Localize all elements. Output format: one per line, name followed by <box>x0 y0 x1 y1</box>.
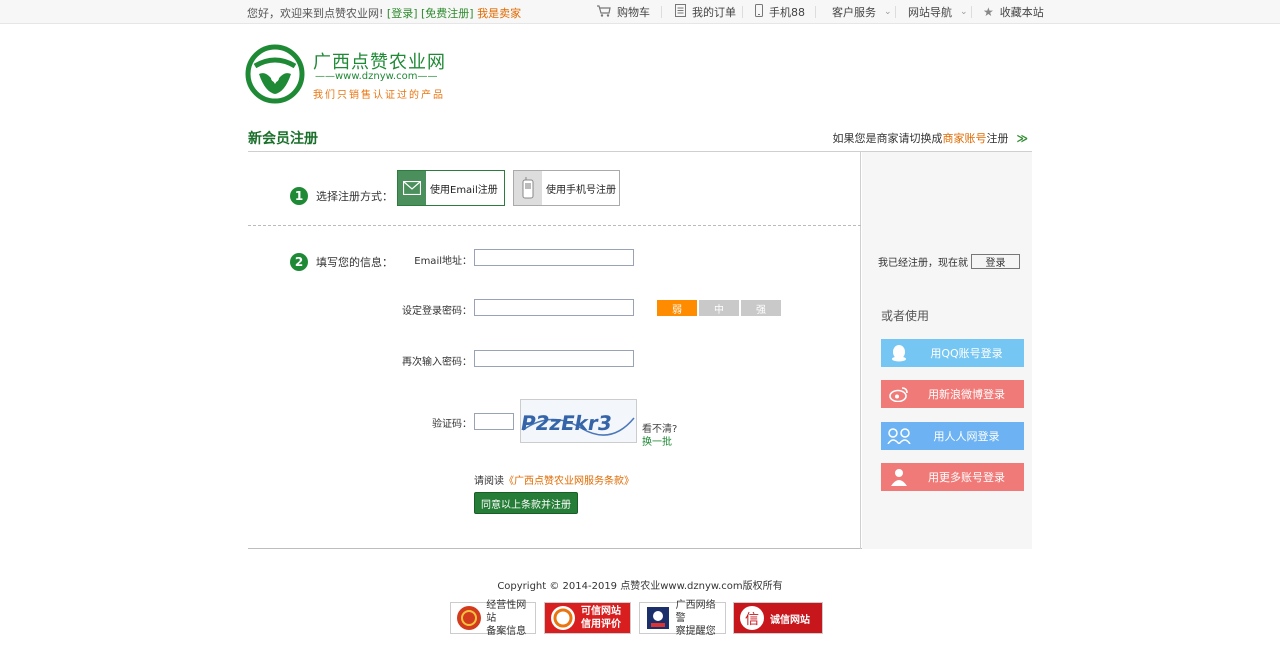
register-form-area: 1 选择注册方式： 使用Email注册 使用手机号注册 2 填写您的信息： Em… <box>248 152 861 549</box>
chevron-down-icon: ⌄ <box>960 7 968 17</box>
weibo-login-button[interactable]: 用新浪微博登录 <box>881 380 1024 408</box>
strength-weak: 弱 <box>657 300 697 316</box>
logo-icon <box>245 44 305 104</box>
integrity-seal-icon: 信 <box>738 604 766 632</box>
badge-business-record[interactable]: 经营性网站 备案信息 <box>450 600 536 637</box>
confirm-password-label: 再次输入密码： <box>402 357 472 368</box>
trust-seal-icon <box>549 604 577 632</box>
weibo-icon <box>881 380 917 408</box>
step-1-label: 选择注册方式： <box>316 190 393 203</box>
merchant-switch: 如果您是商家请切换成商家账号注册 ≫ <box>832 132 1028 145</box>
step-number: 1 <box>290 187 308 205</box>
step-number: 2 <box>290 253 308 271</box>
step-2: 2 填写您的信息： <box>290 253 393 271</box>
phone-register-option[interactable]: 使用手机号注册 <box>513 170 620 206</box>
captcha-input[interactable] <box>474 413 514 430</box>
step-1: 1 选择注册方式： <box>290 187 393 205</box>
phone-icon <box>755 4 763 20</box>
renren-login-button[interactable]: 用人人网登录 <box>881 422 1024 450</box>
mobile-phone-icon <box>514 171 542 205</box>
site-logo[interactable]: 广西点赞农业网 ——www.dznyw.com—— 我们只销售认证过的产品 <box>245 44 465 106</box>
seal-icon <box>455 604 482 632</box>
strength-medium: 中 <box>699 300 739 316</box>
top-bar: 您好，欢迎来到点赞农业网! [登录] [免费注册] 我是卖家 购物车 我的订单 … <box>0 0 1280 24</box>
badge-trusted-site[interactable]: 可信网站 信用评价 <box>544 602 631 634</box>
badge-integrity-site[interactable]: 信 诚信网站 <box>733 602 823 634</box>
badge-police-reminder[interactable]: 广西网络警 察提醒您 <box>639 600 726 637</box>
star-icon: ★ <box>983 5 994 19</box>
mobile-link[interactable]: 手机88 <box>755 0 805 24</box>
captcha-label: 验证码： <box>432 419 472 430</box>
or-use-label: 或者使用 <box>881 309 930 323</box>
site-slogan: 我们只销售认证过的产品 <box>313 90 445 101</box>
side-login-panel: 我已经注册，现在就 登录 或者使用 用QQ账号登录 用新浪微博登录 用人人网登录 <box>862 152 1032 549</box>
chevron-down-icon: ⌄ <box>884 7 892 17</box>
section-divider <box>248 225 861 226</box>
password-strength-meter: 弱 中 强 <box>657 300 783 316</box>
password-label: 设定登录密码： <box>402 306 472 317</box>
email-label: Email地址： <box>414 256 472 267</box>
refresh-captcha-link[interactable]: 换一批 <box>642 433 672 448</box>
agree-register-button[interactable]: 同意以上条款并注册 <box>474 492 578 514</box>
cart-link[interactable]: 购物车 <box>597 0 650 24</box>
police-icon <box>644 604 672 632</box>
captcha-text: P2zEkr3 <box>521 411 614 435</box>
renren-icon <box>881 422 917 450</box>
merchant-account-link[interactable]: 商家账号 <box>942 132 986 145</box>
double-arrow-icon[interactable]: ≫ <box>1016 132 1028 145</box>
qq-icon <box>881 339 917 367</box>
orders-link[interactable]: 我的订单 <box>675 0 736 24</box>
site-nav-menu[interactable]: 网站导航 ⌄ <box>908 0 968 24</box>
password-input[interactable] <box>474 299 634 316</box>
envelope-icon <box>398 171 426 205</box>
strength-strong: 强 <box>741 300 781 316</box>
already-registered: 我已经注册，现在就 登录 <box>878 254 1020 269</box>
copyright: Copyright © 2014-2019 点赞农业www.dznyw.com版… <box>497 581 783 592</box>
page-header: 新会员注册 如果您是商家请切换成商家账号注册 ≫ <box>248 120 1032 152</box>
cart-icon <box>597 4 611 20</box>
side-login-button[interactable]: 登录 <box>971 254 1020 269</box>
site-url: ——www.dznyw.com—— <box>315 71 438 82</box>
register-panel: 1 选择注册方式： 使用Email注册 使用手机号注册 2 填写您的信息： Em… <box>248 152 1032 549</box>
more-accounts-login-button[interactable]: 用更多账号登录 <box>881 463 1024 491</box>
step-2-label: 填写您的信息： <box>316 256 393 269</box>
qq-login-button[interactable]: 用QQ账号登录 <box>881 339 1024 367</box>
user-icon <box>881 463 917 491</box>
terms-link[interactable]: 《广西点赞农业网服务条款》 <box>504 476 634 487</box>
confirm-password-input[interactable] <box>474 350 634 367</box>
terms-text: 请阅读《广西点赞农业网服务条款》 <box>474 476 634 487</box>
welcome-text: 您好，欢迎来到点赞农业网! [登录] [免费注册] 我是卖家 <box>247 7 522 20</box>
captcha-image[interactable]: P2zEkr3 <box>519 399 637 443</box>
free-register-link[interactable]: [免费注册] <box>421 7 474 20</box>
email-register-option[interactable]: 使用Email注册 <box>397 170 505 206</box>
svg-text:信: 信 <box>745 612 759 628</box>
seller-link[interactable]: 我是卖家 <box>477 7 521 20</box>
favorite-link[interactable]: ★ 收藏本站 <box>983 0 1044 24</box>
customer-service-menu[interactable]: 客户服务 ⌄ <box>832 0 892 24</box>
login-link[interactable]: [登录] <box>387 7 418 20</box>
document-icon <box>675 4 686 20</box>
email-input[interactable] <box>474 249 634 266</box>
page-title: 新会员注册 <box>248 131 318 147</box>
